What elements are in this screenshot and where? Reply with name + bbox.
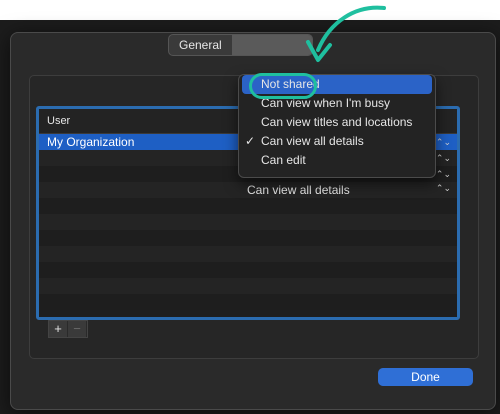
menu-item-view-titles-locations[interactable]: Can view titles and locations bbox=[239, 113, 435, 132]
menu-item-view-all-details[interactable]: ✓ Can view all details bbox=[239, 132, 435, 151]
highlight-circle-annotation bbox=[249, 73, 317, 99]
column-header-user: User bbox=[47, 115, 71, 127]
permission-cell[interactable]: Can view all details ⌃⌄ bbox=[247, 183, 457, 197]
menu-item-can-edit[interactable]: Can edit bbox=[239, 151, 435, 170]
checkmark-icon: ✓ bbox=[245, 134, 256, 148]
tab-segmented-control: General bbox=[168, 34, 313, 56]
add-remove-controls: + − bbox=[48, 320, 88, 338]
table-row bbox=[39, 246, 457, 262]
remove-user-button[interactable]: − bbox=[68, 321, 87, 337]
up-down-chevron-icon: ⌃⌄ bbox=[435, 183, 451, 193]
table-row bbox=[39, 262, 457, 278]
table-row bbox=[39, 294, 457, 310]
tab-general[interactable]: General bbox=[169, 35, 232, 55]
table-row bbox=[39, 278, 457, 294]
table-row bbox=[39, 214, 457, 230]
table-row bbox=[39, 198, 457, 214]
up-down-chevron-icon: ⌃⌄ bbox=[435, 152, 451, 163]
up-down-chevron-icon: ⌃⌄ bbox=[435, 136, 451, 147]
table-row bbox=[39, 230, 457, 246]
table-row[interactable]: Can view all details ⌃⌄ bbox=[39, 182, 457, 198]
user-cell: My Organization bbox=[47, 135, 135, 149]
add-user-button[interactable]: + bbox=[49, 321, 68, 337]
tab-sharing[interactable] bbox=[231, 35, 312, 55]
done-button[interactable]: Done bbox=[378, 368, 473, 386]
up-down-chevron-icon: ⌃⌄ bbox=[435, 168, 451, 179]
